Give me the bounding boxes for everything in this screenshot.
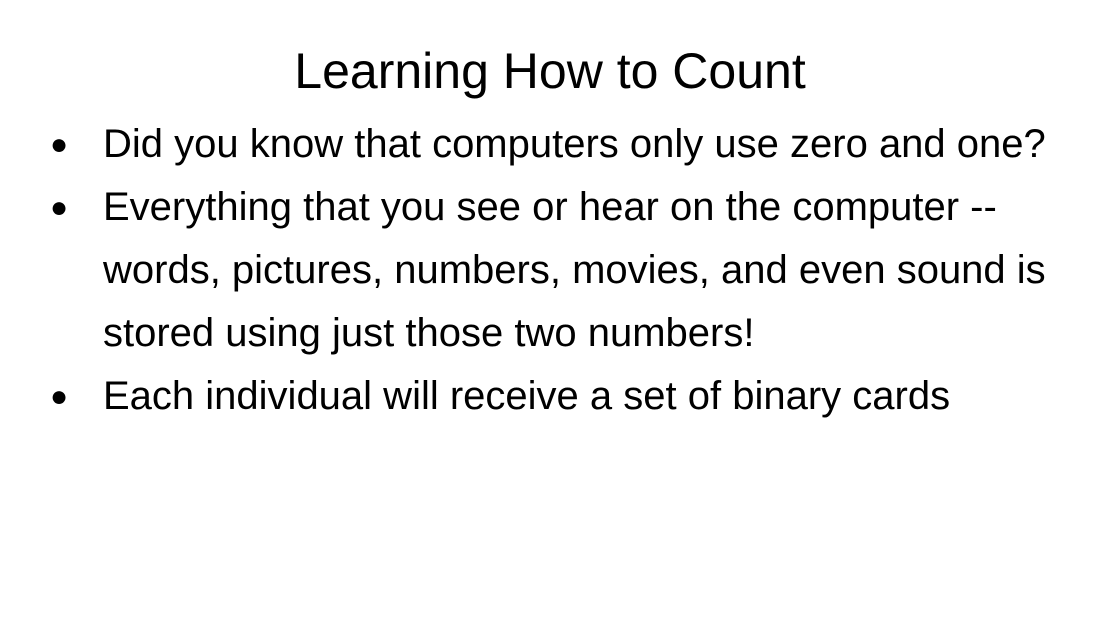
bullet-dot-icon: ● xyxy=(50,380,69,413)
bullet-dot-icon: ● xyxy=(50,128,69,161)
slide: Learning How to Count ● Did you know tha… xyxy=(0,0,1100,619)
bullet-item: ● Did you know that computers only use z… xyxy=(50,113,1060,176)
bullet-text: Did you know that computers only use zer… xyxy=(103,122,1046,166)
bullet-text: Everything that you see or hear on the c… xyxy=(103,185,1046,355)
bullet-dot-icon: ● xyxy=(50,191,69,224)
slide-title: Learning How to Count xyxy=(294,43,806,99)
bullet-text: Each individual will receive a set of bi… xyxy=(103,374,951,418)
bullet-list: ● Did you know that computers only use z… xyxy=(50,113,1060,428)
bullet-item: ● Everything that you see or hear on the… xyxy=(50,176,1060,365)
bullet-item: ● Each individual will receive a set of … xyxy=(50,365,1060,428)
